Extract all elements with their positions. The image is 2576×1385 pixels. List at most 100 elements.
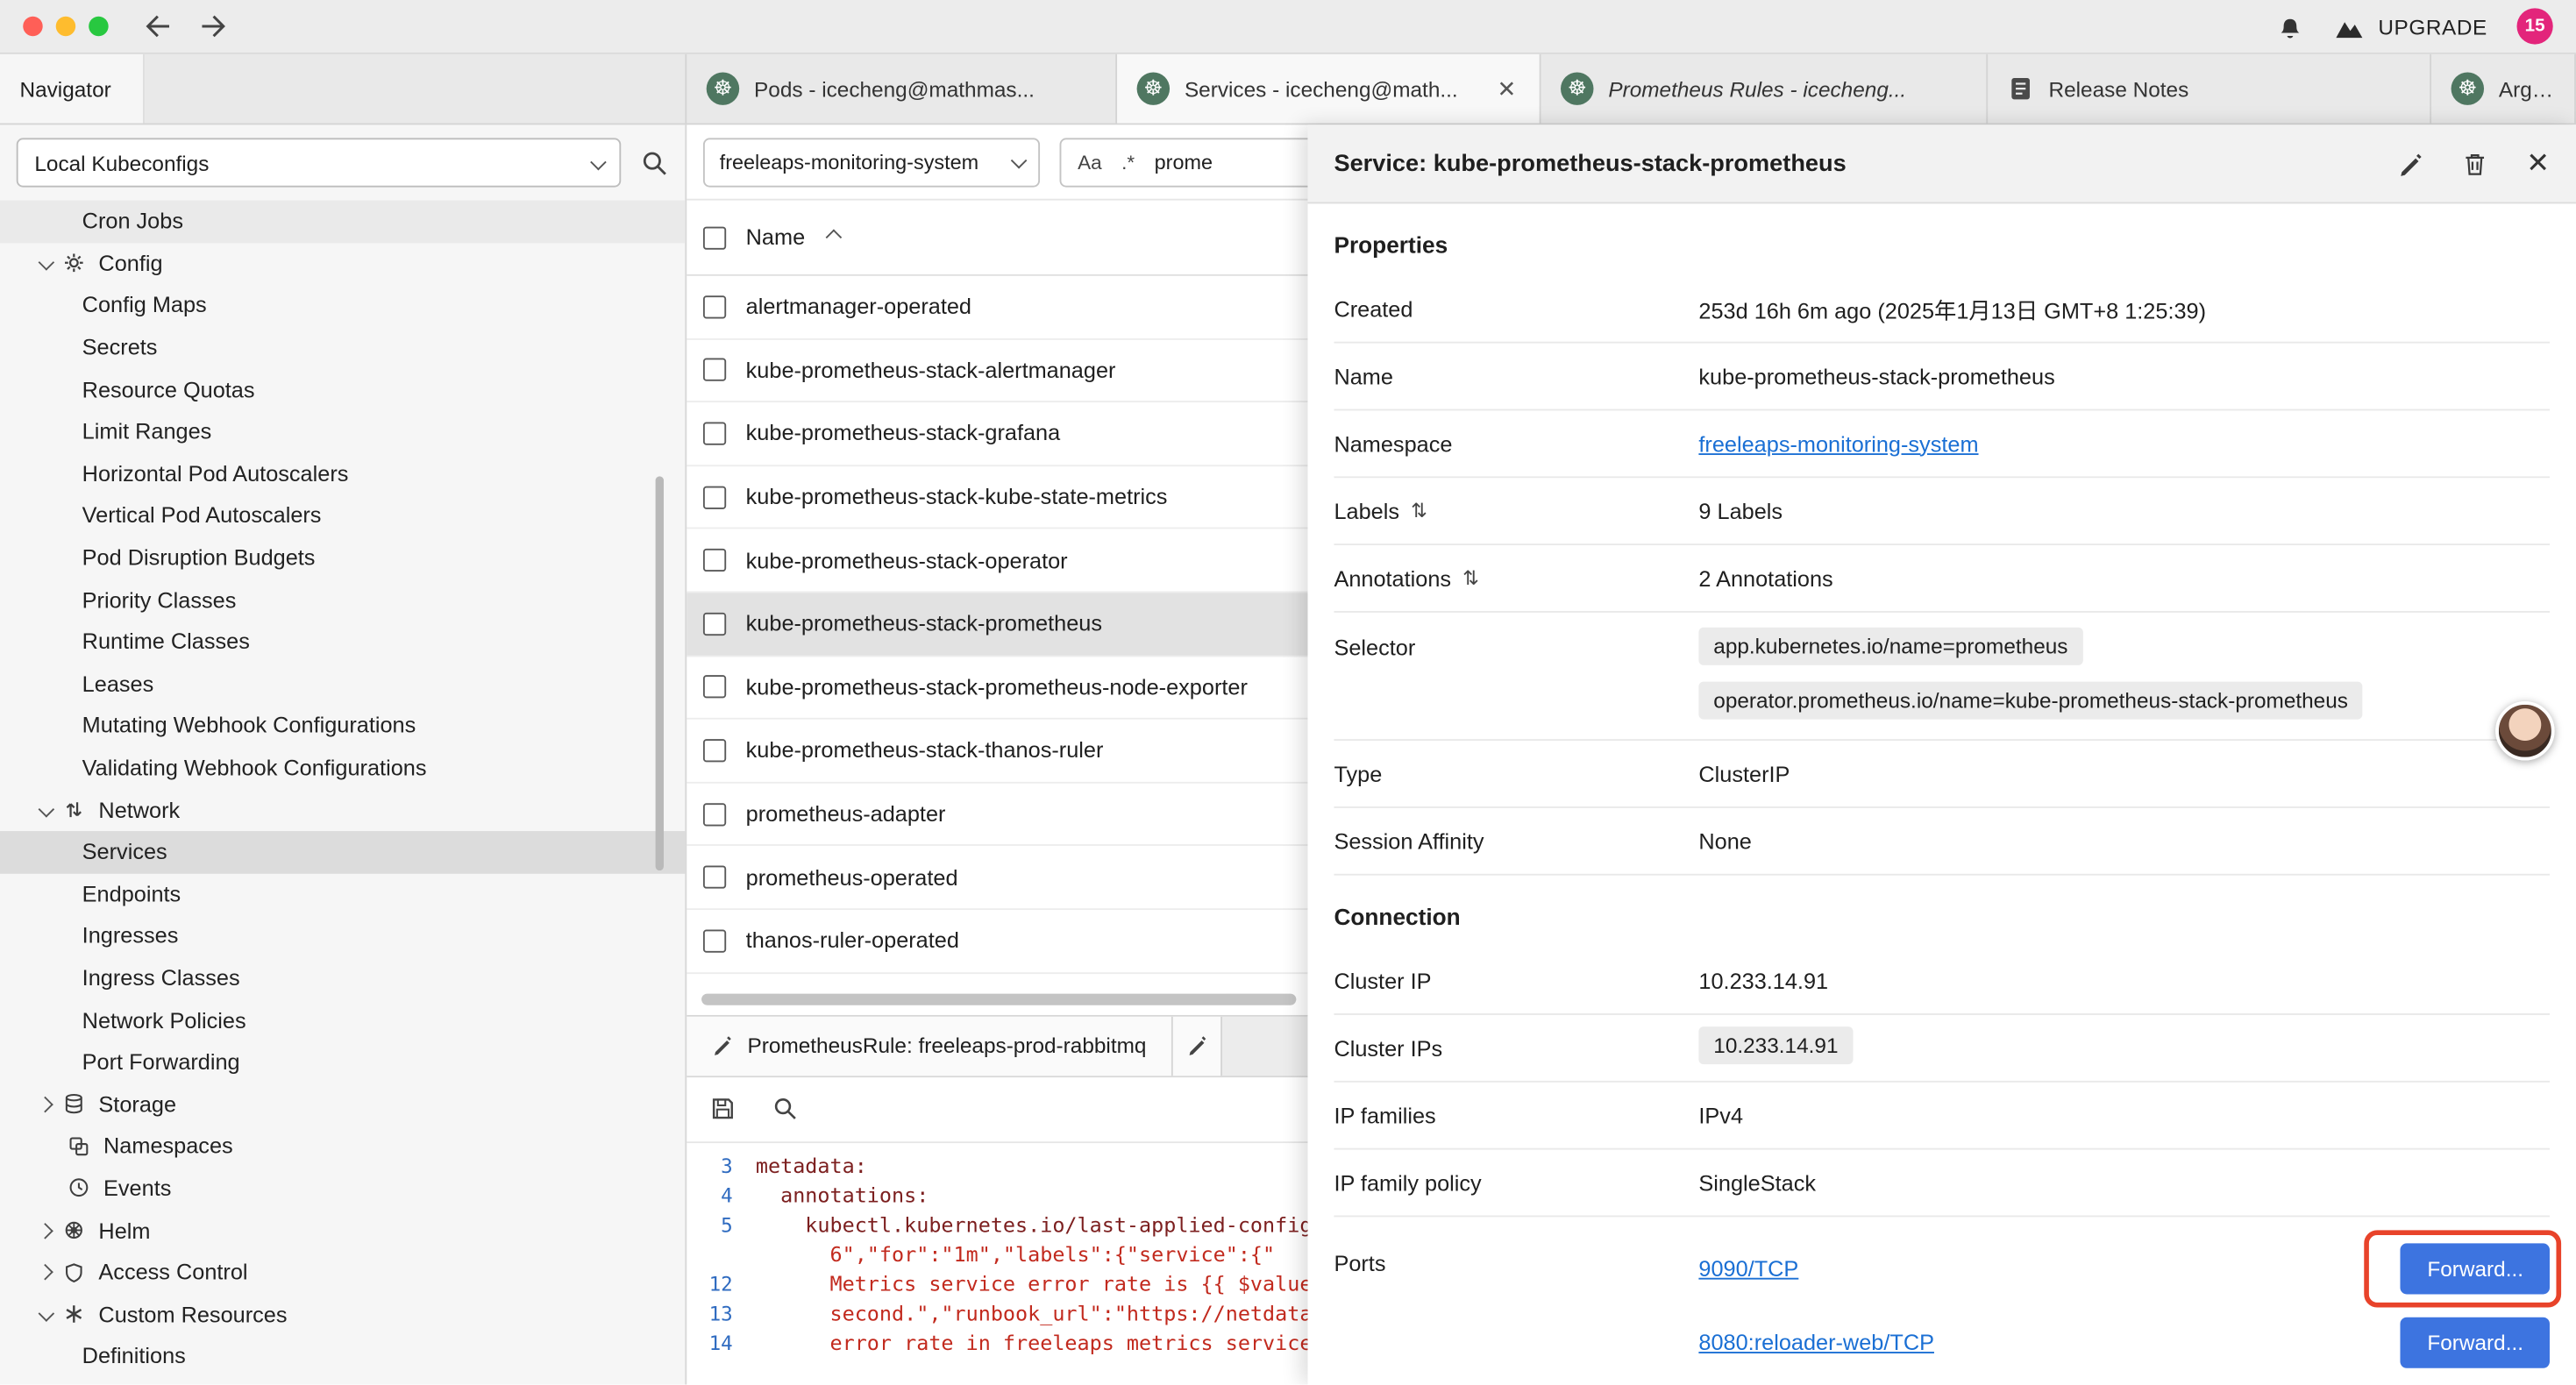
notification-count-badge[interactable]: 15 xyxy=(2517,8,2553,44)
sidebar-item-leases[interactable]: Leases xyxy=(0,663,685,705)
forward-button-9090[interactable]: Forward... xyxy=(2401,1243,2550,1294)
tab-pods[interactable]: ☸ Pods - icecheng@mathmas... xyxy=(687,54,1117,124)
sort-ascending-icon[interactable] xyxy=(826,229,843,245)
sidebar-item-validating-webhook-configurations[interactable]: Validating Webhook Configurations xyxy=(0,747,685,789)
sidebar-item-namespaces[interactable]: Namespaces xyxy=(0,1126,685,1168)
forward-button-8080[interactable]: Forward... xyxy=(2401,1318,2550,1368)
sidebar-item-definitions[interactable]: Definitions xyxy=(0,1335,685,1377)
port-line: 9090/TCP Forward... xyxy=(1698,1232,2550,1305)
type-value: ClusterIP xyxy=(1698,761,2550,785)
match-case-toggle[interactable]: Aa xyxy=(1078,150,1102,173)
type-row: Type ClusterIP xyxy=(1334,741,2550,808)
annotations-value: 2 Annotations xyxy=(1698,565,2550,590)
select-all-checkbox[interactable] xyxy=(703,226,726,249)
navigator-sidebar: Local Kubeconfigs Cron Jobs Config Confi… xyxy=(0,124,687,1384)
edit-pencil-icon[interactable] xyxy=(2396,150,2423,176)
minimize-window-button[interactable] xyxy=(56,17,75,36)
dock-tab-partial[interactable] xyxy=(1172,1016,1221,1075)
row-checkbox[interactable] xyxy=(703,549,726,572)
sidebar-item-limit-ranges[interactable]: Limit Ranges xyxy=(0,410,685,452)
ip-family-policy-value: SingleStack xyxy=(1698,1170,2550,1195)
row-checkbox[interactable] xyxy=(703,295,726,318)
sidebar-item-mutating-webhook-configurations[interactable]: Mutating Webhook Configurations xyxy=(0,705,685,747)
sidebar-item-runtime-classes[interactable]: Runtime Classes xyxy=(0,621,685,663)
floating-avatar[interactable] xyxy=(2495,701,2554,760)
row-checkbox[interactable] xyxy=(703,486,726,508)
sidebar-item-ingresses[interactable]: Ingresses xyxy=(0,915,685,957)
horizontal-scrollbar[interactable] xyxy=(701,993,1296,1005)
sidebar-item-port-forwarding[interactable]: Port Forwarding xyxy=(0,1041,685,1083)
notifications-bell-icon[interactable] xyxy=(2276,12,2302,40)
expand-updown-icon[interactable]: ⇅ xyxy=(1411,500,1427,522)
close-icon[interactable]: ✕ xyxy=(2526,147,2550,180)
row-checkbox[interactable] xyxy=(703,929,726,952)
sidebar-group-network[interactable]: Network xyxy=(0,789,685,831)
row-checkbox[interactable] xyxy=(703,739,726,762)
editor-search-icon[interactable] xyxy=(772,1096,799,1122)
port-link-8080[interactable]: 8080:reloader-web/TCP xyxy=(1698,1331,1934,1355)
sidebar-group-storage[interactable]: Storage xyxy=(0,1083,685,1126)
upgrade-mountain-icon xyxy=(2332,14,2365,39)
namespaces-layers-icon xyxy=(68,1134,90,1157)
sidebar-search-icon[interactable] xyxy=(641,149,669,177)
selector-row: Selector app.kubernetes.io/name=promethe… xyxy=(1334,613,2550,741)
dock-tab-prometheusrule[interactable]: PrometheusRule: freeleaps-prod-rabbitmq xyxy=(687,1016,1172,1075)
close-window-button[interactable] xyxy=(23,17,42,36)
row-checkbox[interactable] xyxy=(703,866,726,889)
sidebar-group-access-control[interactable]: Access Control xyxy=(0,1251,685,1293)
row-checkbox[interactable] xyxy=(703,612,726,635)
sidebar-item-ingress-classes[interactable]: Ingress Classes xyxy=(0,957,685,999)
sidebar-group-config[interactable]: Config xyxy=(0,243,685,285)
port-link-9090[interactable]: 9090/TCP xyxy=(1698,1256,1798,1281)
chevron-right-icon xyxy=(37,1096,53,1112)
tab-argo[interactable]: ☸ Argo Se... xyxy=(2431,54,2576,124)
labels-row: Labels⇅ 9 Labels xyxy=(1334,478,2550,545)
sidebar-item-pod-disruption-budgets[interactable]: Pod Disruption Budgets xyxy=(0,536,685,579)
sidebar-item-config-maps[interactable]: Config Maps xyxy=(0,285,685,327)
chevron-down-icon xyxy=(39,1305,55,1322)
sidebar-item-network-policies[interactable]: Network Policies xyxy=(0,999,685,1041)
row-checkbox[interactable] xyxy=(703,802,726,825)
sidebar-item-priority-classes[interactable]: Priority Classes xyxy=(0,579,685,621)
upgrade-button[interactable]: UPGRADE xyxy=(2332,14,2487,39)
delete-trash-icon[interactable] xyxy=(2462,150,2487,176)
chevron-down-icon xyxy=(39,254,55,271)
kubernetes-cluster-icon: ☸ xyxy=(707,72,739,104)
name-column-header[interactable]: Name xyxy=(746,225,805,250)
session-affinity-value: None xyxy=(1698,828,2550,853)
network-updown-icon xyxy=(62,799,85,821)
sidebar-item-services[interactable]: Services xyxy=(0,831,685,873)
zoom-window-button[interactable] xyxy=(89,17,108,36)
kubeconfig-selector[interactable]: Local Kubeconfigs xyxy=(17,138,622,187)
sidebar-group-helm[interactable]: Helm xyxy=(0,1210,685,1252)
sidebar-scrollbar[interactable] xyxy=(656,476,664,870)
namespace-link[interactable]: freeleaps-monitoring-system xyxy=(1698,431,1978,456)
sidebar-item-cron-jobs[interactable]: Cron Jobs xyxy=(0,201,685,243)
save-icon[interactable] xyxy=(709,1096,736,1122)
regex-toggle[interactable]: .* xyxy=(1121,150,1135,173)
forward-icon[interactable] xyxy=(201,13,231,39)
row-checkbox[interactable] xyxy=(703,676,726,699)
name-row: Name kube-prometheus-stack-prometheus xyxy=(1334,344,2550,411)
cluster-ip-value: 10.233.14.91 xyxy=(1698,969,2550,993)
storage-database-icon xyxy=(62,1093,85,1116)
sidebar-group-custom-resources[interactable]: Custom Resources xyxy=(0,1293,685,1335)
row-checkbox[interactable] xyxy=(703,423,726,445)
sidebar-item-vertical-pod-autoscalers[interactable]: Vertical Pod Autoscalers xyxy=(0,494,685,536)
sidebar-item-resource-quotas[interactable]: Resource Quotas xyxy=(0,368,685,410)
properties-heading: Properties xyxy=(1334,203,2550,275)
sidebar-item-horizontal-pod-autoscalers[interactable]: Horizontal Pod Autoscalers xyxy=(0,452,685,494)
back-icon[interactable] xyxy=(141,13,171,39)
sidebar-item-endpoints[interactable]: Endpoints xyxy=(0,873,685,915)
row-checkbox[interactable] xyxy=(703,359,726,381)
tab-close-icon[interactable]: ✕ xyxy=(1494,75,1519,103)
events-clock-icon xyxy=(68,1176,90,1199)
namespace-filter-select[interactable]: freeleaps-monitoring-system xyxy=(703,137,1040,186)
tab-prometheus-rules[interactable]: ☸ Prometheus Rules - icecheng... xyxy=(1541,54,1989,124)
expand-updown-icon[interactable]: ⇅ xyxy=(1462,566,1479,589)
sidebar-item-events[interactable]: Events xyxy=(0,1168,685,1210)
sidebar-item-secrets[interactable]: Secrets xyxy=(0,326,685,368)
ip-family-policy-row: IP family policy SingleStack xyxy=(1334,1150,2550,1218)
tab-services[interactable]: ☸ Services - icecheng@math... ✕ xyxy=(1117,54,1541,124)
tab-release-notes[interactable]: Release Notes xyxy=(1988,54,2431,124)
